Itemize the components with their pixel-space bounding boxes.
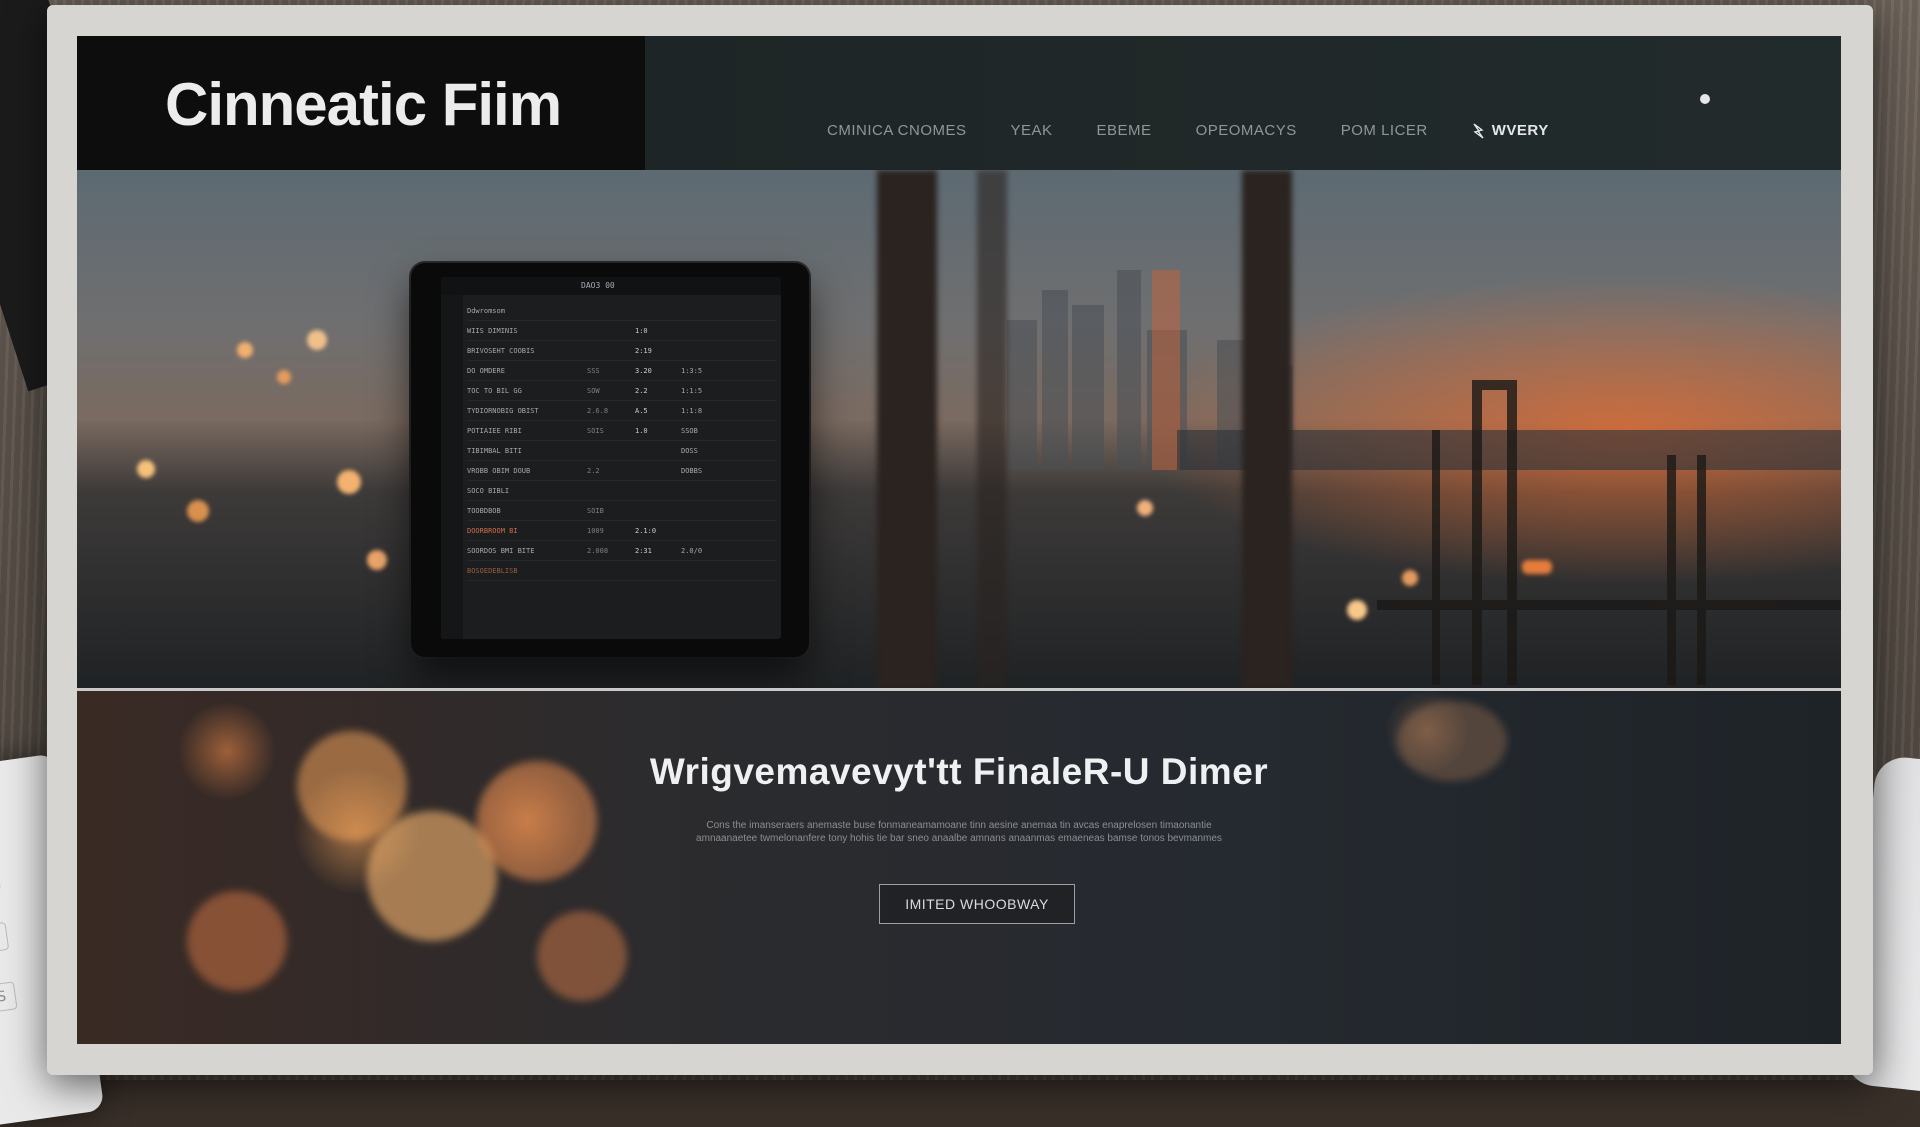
bokeh-light [307,330,327,350]
row-name: TOOBDBOB [467,506,501,515]
tablet-sidebar [441,295,463,639]
row-value: 2.2 [587,466,600,475]
row-value: 3.20 [635,366,652,375]
bokeh-light [187,500,209,522]
nav-item-4[interactable]: OPEOMACYS [1196,122,1297,139]
row-value: SOW [587,386,600,395]
row-name: BOSOEDEBLISB [467,566,518,575]
row-value: SSOB [681,426,698,435]
row-value: 2:19 [635,346,652,355]
tablet-table: Ddwromsom WIIS DIMINIS 1:0 BRIVOSEHT COOB… [467,301,777,581]
cta-button[interactable]: IMITED WHOOBWAY [879,884,1075,924]
row-name: VROBB OBIM DOUB [467,466,531,475]
row-value: 1.0 [635,426,648,435]
row-name: DOORBROOM BI [467,526,518,535]
hero-image: DAO3 00 Ddwromsom WIIS DIMINIS 1:0 BRIVOS… [77,170,1841,689]
banner-title: Wrigvemavevyt'tt FinaleR-U Dimer [649,751,1269,792]
bottom-banner: Wrigvemavevyt'tt FinaleR-U Dimer Cons th… [77,691,1841,1044]
row-name: SOCO BIBLI [467,486,510,495]
bolt-icon [1473,122,1484,139]
row-value: 1:1:8 [681,406,703,415]
table-row[interactable]: VROBB OBIM DOUB 2.2 DOBBS [467,461,777,481]
row-value: 2.6.8 [587,406,609,415]
nav-item-6-label: WVERY [1491,122,1549,139]
table-row[interactable]: Ddwromsom [467,301,777,321]
bokeh-light [1522,560,1552,574]
window-frame-mid [977,170,1007,689]
bokeh-light [367,550,387,570]
table-row[interactable]: TOOBDBOB SOIB [467,501,777,521]
table-row[interactable]: TYDIORNOBIG OBIST 2.6.8 A.5 1:1:8 [467,401,777,421]
window-frame-left [877,170,937,689]
row-name: WIIS DIMINIS [467,326,518,335]
table-row[interactable]: POTIAIEE RIBI SOIS 1.0 SSOB [467,421,777,441]
bokeh-light [537,911,627,1001]
table-row[interactable]: BRIVOSEHT COOBIS 2:19 [467,341,777,361]
row-value: 2.0/0 [681,546,703,555]
main-nav: CMINICA CNOMES YEAK EBEME OPEOMACYS POM … [827,122,1593,139]
tablet-device: DAO3 00 Ddwromsom WIIS DIMINIS 1:0 BRIVOS… [411,263,809,657]
row-name: TIBIMBAL BITI [467,446,522,455]
table-row[interactable]: SOORDOS BMI BITE 2.008 2:31 2.0/0 [467,541,777,561]
row-name: TYDIORNOBIG OBIST [467,406,539,415]
bokeh-light [137,460,155,478]
nav-item-3[interactable]: EBEME [1097,122,1152,139]
row-value: 1:3:5 [681,366,703,375]
bokeh-light [1402,570,1418,586]
row-value: DOSS [681,446,698,455]
row-value: SOIS [587,426,604,435]
nav-item-2[interactable]: YEAK [1011,122,1053,139]
row-value: 2.008 [587,546,609,555]
tablet-status-bar: DAO3 00 [441,277,781,295]
website-screen: Cinneatic Fiim CMINICA CNOMES YEAK EBEME… [77,36,1841,1044]
row-name: POTIAIEE RIBI [467,426,522,435]
row-value: DOBBS [681,466,703,475]
table-row[interactable]: TOC TO BIL GG SOW 2.2 1:1:5 [467,381,777,401]
row-value: SSS [587,366,600,375]
row-name: BRIVOSEHT COOBIS [467,346,535,355]
row-value: 1:0 [635,326,648,335]
nav-item-5[interactable]: POM LICER [1341,122,1428,139]
row-name: Ddwromsom [467,306,505,315]
row-name: TOC TO BIL GG [467,386,522,395]
row-value: 1009 [587,526,604,535]
row-value: 2.1:0 [635,526,657,535]
bokeh-light [1347,600,1367,620]
table-row[interactable]: DOORBROOM BI 1009 2.1:0 [467,521,777,541]
table-row[interactable]: SOCO BIBLI [467,481,777,501]
row-value: A.5 [635,406,648,415]
bokeh-light [1137,500,1153,516]
row-name: DO OMDERE [467,366,505,375]
table-row[interactable]: DO OMDERE SSS 3.20 1:3:5 [467,361,777,381]
bokeh-light [277,370,291,384]
logo-box: Cinneatic Fiim [77,36,645,170]
row-name: SOORDOS BMI BITE [467,546,535,555]
site-header: Cinneatic Fiim CMINICA CNOMES YEAK EBEME… [77,36,1841,170]
bokeh-light [187,891,287,991]
city-skyline [1007,270,1841,685]
site-logo[interactable]: Cinneatic Fiim [165,70,562,139]
nav-item-6[interactable]: WVERY [1472,122,1549,139]
row-value: 2:31 [635,546,652,555]
table-row[interactable]: WIIS DIMINIS 1:0 [467,321,777,341]
row-value: 1:1:5 [681,386,703,395]
tablet-screen: DAO3 00 Ddwromsom WIIS DIMINIS 1:0 BRIVOS… [441,277,781,639]
table-row[interactable]: TIBIMBAL BITI DOSS [467,441,777,461]
row-value: SOIB [587,506,604,515]
banner-description: Cons the imanseraers anemaste buse fonma… [696,820,1222,844]
bokeh-light [237,342,253,358]
header-dot-indicator [1700,94,1710,104]
window-frame-right [1242,170,1292,689]
nav-item-1[interactable]: CMINICA CNOMES [827,122,967,139]
bokeh-light [337,470,361,494]
tablet-status-text: DAO3 00 [581,281,615,290]
table-row[interactable]: BOSOEDEBLISB [467,561,777,581]
row-value: 2.2 [635,386,648,395]
